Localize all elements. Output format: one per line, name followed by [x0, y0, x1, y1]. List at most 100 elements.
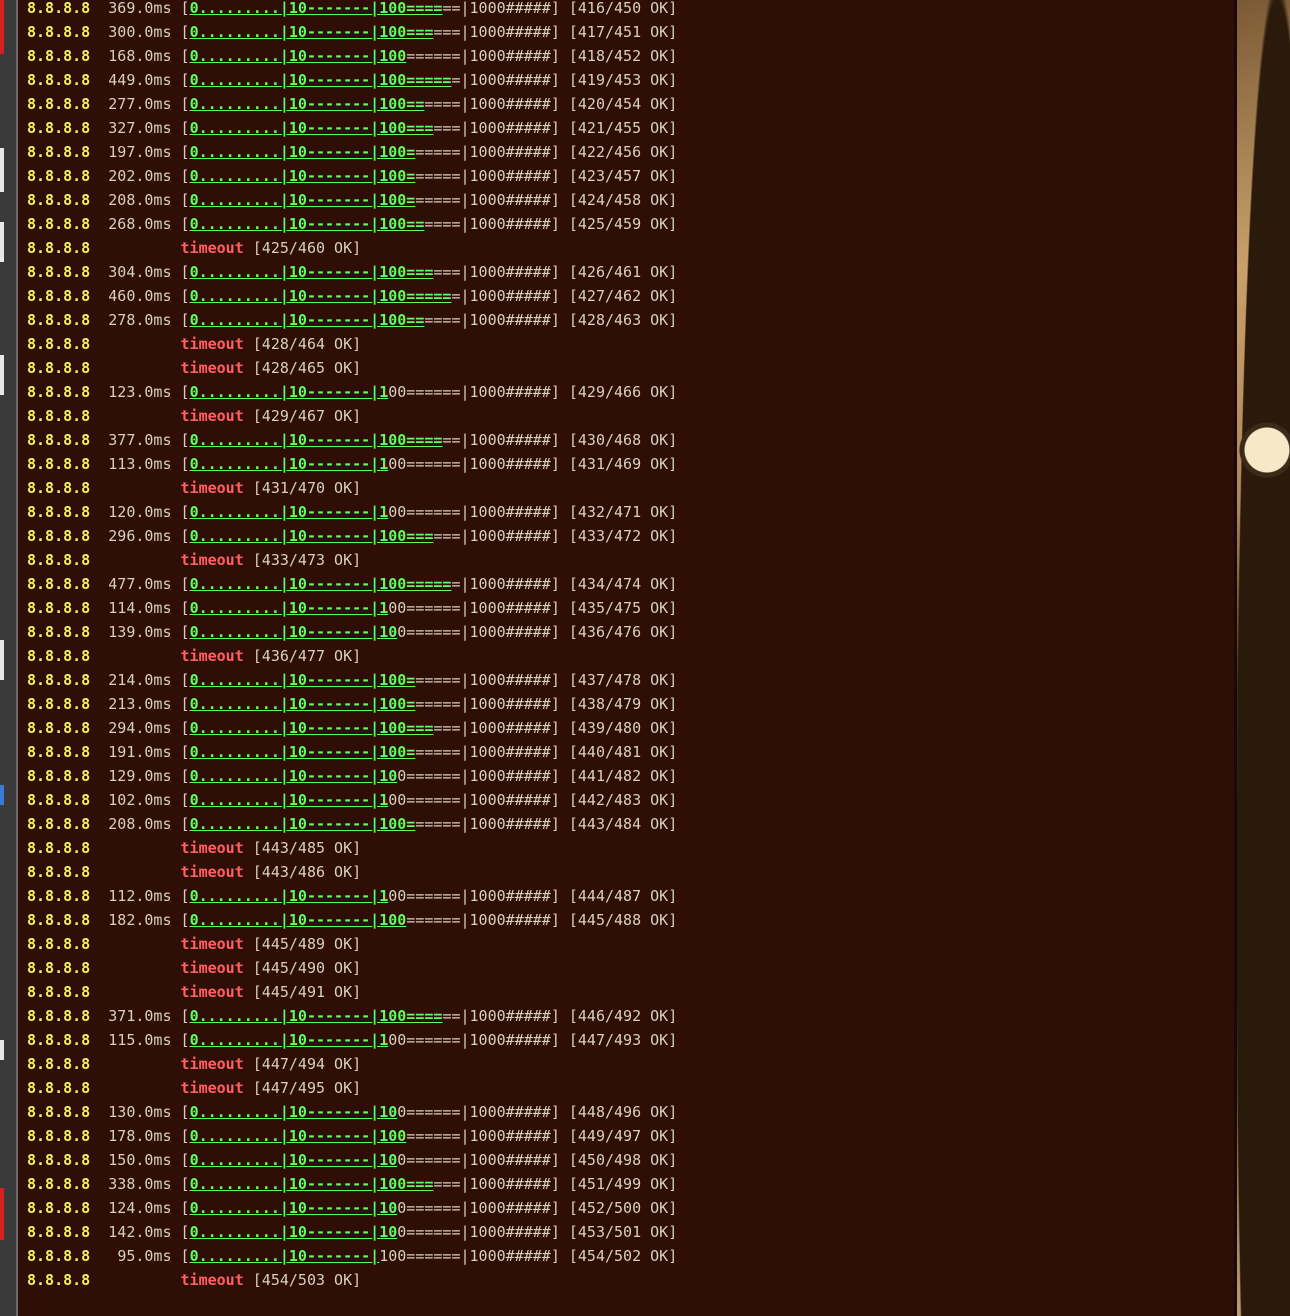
latency-bar-rest: 00======|1000#####	[388, 791, 551, 809]
host-address: 8.8.8.8	[27, 287, 91, 305]
latency-bar-fill: 0.........|10-------|100=	[189, 167, 416, 185]
ok-counter: [428/465 OK]	[252, 359, 362, 377]
bar-close-bracket: ]	[550, 287, 569, 305]
bar-open-bracket: [	[180, 431, 190, 449]
ping-line: 8.8.8.8 477.0ms [0.........|10-------|10…	[27, 572, 677, 596]
dock-marker-red	[0, 0, 4, 54]
dock-marker	[0, 1040, 4, 1060]
latency-bar-fill: 0.........|10-------|100===	[189, 263, 434, 281]
latency-bar-rest: =====|1000#####	[415, 671, 551, 689]
ok-counter: [448/496 OK]	[568, 1103, 678, 1121]
bar-close-bracket: ]	[550, 791, 569, 809]
bar-open-bracket: [	[180, 815, 190, 833]
host-address: 8.8.8.8	[27, 767, 91, 785]
latency-bar-fill: 0.........|10-------|100===	[189, 119, 434, 137]
latency-bar-fill: 0.........|10-------|100=	[189, 743, 416, 761]
host-address: 8.8.8.8	[27, 359, 91, 377]
timeout-line: 8.8.8.8 timeout [428/465 OK]	[27, 356, 677, 380]
latency-bar-rest: =====|1000#####	[415, 167, 551, 185]
timeout-line: 8.8.8.8 timeout [445/489 OK]	[27, 932, 677, 956]
latency-value: 369.0ms	[108, 0, 172, 17]
bar-open-bracket: [	[180, 911, 190, 929]
host-address: 8.8.8.8	[27, 935, 91, 953]
ping-line: 8.8.8.8 139.0ms [0.........|10-------|10…	[27, 620, 677, 644]
bar-close-bracket: ]	[550, 71, 569, 89]
latency-bar-rest: =====|1000#####	[415, 815, 551, 833]
ok-counter: [432/471 OK]	[568, 503, 678, 521]
bar-close-bracket: ]	[550, 1151, 569, 1169]
bar-close-bracket: ]	[550, 887, 569, 905]
latency-value: 278.0ms	[108, 311, 172, 329]
latency-bar-rest: =====|1000#####	[415, 743, 551, 761]
latency-bar-rest: =====|1000#####	[415, 191, 551, 209]
bar-close-bracket: ]	[550, 719, 569, 737]
ok-counter: [422/456 OK]	[568, 143, 678, 161]
latency-bar-fill: 0.........|10-------|10	[189, 1103, 398, 1121]
latency-bar-rest: ===|1000#####	[433, 263, 551, 281]
latency-value: 208.0ms	[108, 191, 172, 209]
ok-counter: [436/477 OK]	[252, 647, 362, 665]
latency-bar-rest: ==|1000#####	[442, 0, 551, 17]
bar-close-bracket: ]	[550, 1127, 569, 1145]
bar-open-bracket: [	[180, 599, 190, 617]
ok-counter: [433/473 OK]	[252, 551, 362, 569]
dock-strip	[0, 0, 16, 1316]
timeout-line: 8.8.8.8 timeout [429/467 OK]	[27, 404, 677, 428]
timeout-label: timeout	[180, 839, 244, 857]
latency-bar-rest: ====|1000#####	[424, 311, 551, 329]
latency-bar-rest: 0======|1000#####	[397, 1151, 551, 1169]
latency-bar-fill: 0.........|10-------|100=	[189, 143, 416, 161]
bar-open-bracket: [	[180, 623, 190, 641]
latency-value: 371.0ms	[108, 1007, 172, 1025]
host-address: 8.8.8.8	[27, 479, 91, 497]
ok-counter: [418/452 OK]	[568, 47, 678, 65]
latency-bar-rest: 00======|1000#####	[388, 599, 551, 617]
ok-counter: [424/458 OK]	[568, 191, 678, 209]
host-address: 8.8.8.8	[27, 311, 91, 329]
host-address: 8.8.8.8	[27, 119, 91, 137]
ok-counter: [439/480 OK]	[568, 719, 678, 737]
host-address: 8.8.8.8	[27, 239, 91, 257]
host-address: 8.8.8.8	[27, 839, 91, 857]
ping-line: 8.8.8.8 113.0ms [0.........|10-------|10…	[27, 452, 677, 476]
ping-line: 8.8.8.8 202.0ms [0.........|10-------|10…	[27, 164, 677, 188]
latency-bar-rest: 00======|1000#####	[388, 383, 551, 401]
bar-open-bracket: [	[180, 191, 190, 209]
host-address: 8.8.8.8	[27, 743, 91, 761]
ok-counter: [423/457 OK]	[568, 167, 678, 185]
latency-bar-fill: 0.........|10-------|100===	[189, 23, 434, 41]
ok-counter: [437/478 OK]	[568, 671, 678, 689]
latency-value: 120.0ms	[108, 503, 172, 521]
ping-line: 8.8.8.8 377.0ms [0.........|10-------|10…	[27, 428, 677, 452]
host-address: 8.8.8.8	[27, 647, 91, 665]
latency-bar-rest: =====|1000#####	[415, 143, 551, 161]
host-address: 8.8.8.8	[27, 503, 91, 521]
bar-open-bracket: [	[180, 791, 190, 809]
host-address: 8.8.8.8	[27, 887, 91, 905]
timeout-line: 8.8.8.8 timeout [454/503 OK]	[27, 1268, 677, 1292]
ping-line: 8.8.8.8 213.0ms [0.........|10-------|10…	[27, 692, 677, 716]
latency-bar-rest: 00======|1000#####	[388, 887, 551, 905]
host-address: 8.8.8.8	[27, 1031, 91, 1049]
bar-close-bracket: ]	[550, 671, 569, 689]
host-address: 8.8.8.8	[27, 863, 91, 881]
latency-bar-fill: 0.........|10-------|100====	[189, 1007, 443, 1025]
latency-value: 202.0ms	[108, 167, 172, 185]
bar-open-bracket: [	[180, 719, 190, 737]
latency-value: 191.0ms	[108, 743, 172, 761]
bar-open-bracket: [	[180, 1031, 190, 1049]
dock-marker	[0, 222, 4, 262]
timeout-label: timeout	[180, 239, 244, 257]
latency-value: 95.0ms	[117, 1247, 172, 1265]
latency-value: 300.0ms	[108, 23, 172, 41]
timeout-line: 8.8.8.8 timeout [425/460 OK]	[27, 236, 677, 260]
ping-line: 8.8.8.8 120.0ms [0.........|10-------|10…	[27, 500, 677, 524]
bar-open-bracket: [	[180, 671, 190, 689]
dock-marker	[0, 640, 4, 680]
latency-value: 214.0ms	[108, 671, 172, 689]
terminal-window[interactable]: 8.8.8.8 369.0ms [0.........|10-------|10…	[18, 0, 1234, 1316]
latency-bar-rest: 100======|1000#####	[379, 1247, 551, 1265]
latency-bar-rest: 0======|1000#####	[397, 767, 551, 785]
dock-marker-red	[0, 1188, 4, 1240]
ok-counter: [454/503 OK]	[252, 1271, 362, 1289]
